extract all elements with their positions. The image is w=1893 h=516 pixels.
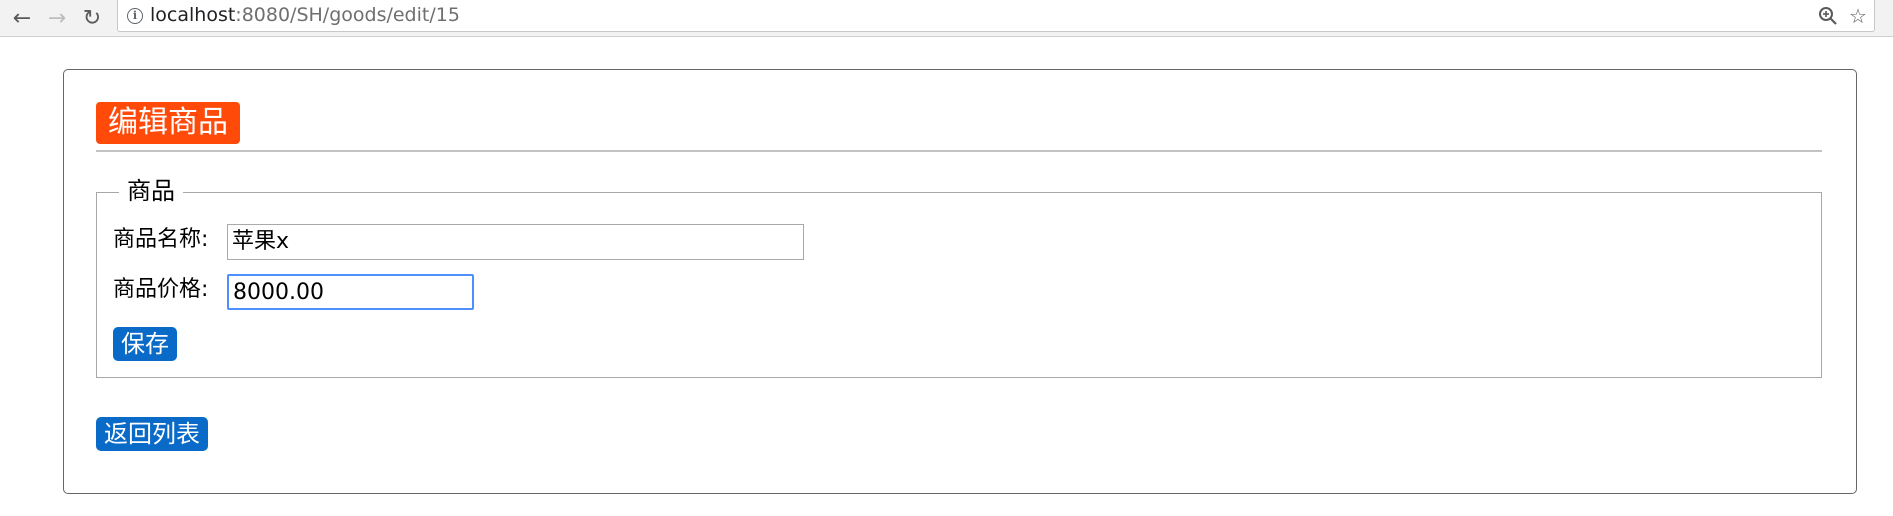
price-input[interactable]: 8000.00 [227,274,474,310]
save-button[interactable]: 保存 [113,327,177,361]
name-input[interactable]: 苹果x [227,224,804,260]
edit-goods-panel: 编辑商品 商品 商品名称: 苹果x 商品价格: 8000.00 保存 返回列表 [63,69,1857,494]
forward-arrow-icon[interactable]: → [42,3,72,33]
fieldset-legend: 商品 [119,176,183,206]
name-label: 商品名称: [113,227,209,252]
price-label: 商品价格: [113,277,209,302]
back-arrow-icon[interactable]: ← [7,3,37,33]
browser-toolbar: ← → ↻ i localhost:8080/SH/goods/edit/15 … [0,0,1893,37]
goods-fieldset: 商品 商品名称: 苹果x 商品价格: 8000.00 保存 [96,176,1822,378]
reload-icon[interactable]: ↻ [77,3,107,33]
address-bar[interactable]: i localhost:8080/SH/goods/edit/15 ☆ [117,0,1875,32]
url-host: localhost [150,4,236,26]
url-text[interactable]: localhost:8080/SH/goods/edit/15 [150,4,460,26]
url-path: :8080/SH/goods/edit/15 [235,4,460,26]
info-icon[interactable]: i [127,8,143,24]
title-divider [96,150,1822,152]
zoom-icon[interactable] [1815,3,1841,29]
star-icon[interactable]: ☆ [1845,3,1871,29]
back-to-list-button[interactable]: 返回列表 [96,417,208,451]
page-title: 编辑商品 [96,102,240,144]
